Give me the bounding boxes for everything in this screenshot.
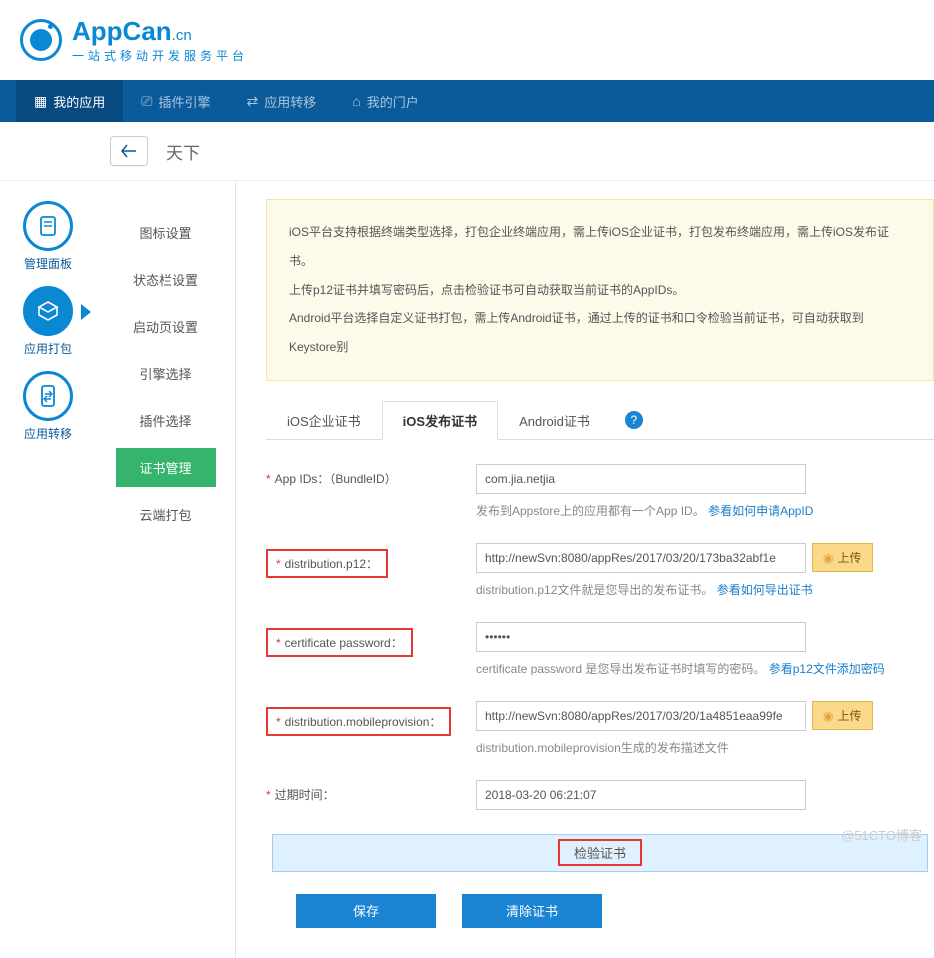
panel-icon — [35, 213, 61, 239]
rail-label: 管理面板 — [24, 255, 72, 272]
left-rail: 管理面板 应用打包 应用转移 — [0, 181, 96, 958]
cert-tabs: iOS企业证书 iOS发布证书 Android证书 ? — [266, 401, 934, 440]
nav-label: 我的应用 — [53, 92, 105, 111]
rail-label: 应用转移 — [24, 425, 72, 442]
rail-label: 应用打包 — [24, 340, 72, 357]
help-icon[interactable]: ? — [625, 411, 643, 429]
upload-label: 上传 — [837, 549, 861, 566]
upload-p12-button[interactable]: ◉ 上传 — [812, 543, 873, 572]
hint-text: distribution.p12文件就是您导出的发布证书。 — [476, 583, 713, 597]
eye-icon: ◉ — [823, 551, 833, 565]
row-expire: *过期时间： — [266, 780, 934, 810]
notice-line: 上传p12证书并填写密码后，点击检验证书可自动获取当前证书的AppIDs。 — [289, 276, 911, 305]
nav-label: 我的门户 — [367, 92, 419, 111]
logo-name: AppCan — [72, 16, 172, 46]
label-provision: distribution.mobileprovision： — [285, 715, 442, 729]
nav-my-portal[interactable]: ⌂ 我的门户 — [334, 80, 436, 122]
upload-label: 上传 — [837, 707, 861, 724]
app-title: 天下 — [166, 139, 200, 164]
submenu-statusbar-settings[interactable]: 状态栏设置 — [116, 260, 216, 299]
top-nav: ▦ 我的应用 ⎚ 插件引擎 ⇄ 应用转移 ⌂ 我的门户 — [0, 80, 934, 122]
submenu-engine-select[interactable]: 引擎选择 — [116, 354, 216, 393]
grid-icon: ▦ — [34, 93, 47, 110]
submenu-launch-settings[interactable]: 启动页设置 — [116, 307, 216, 346]
plug-icon: ⎚ — [141, 93, 152, 110]
verify-cert-button[interactable]: 检验证书 — [272, 834, 928, 872]
row-appid: *App IDs：（BundleID） 发布到Appstore上的应用都有一个A… — [266, 464, 934, 519]
label-p12: distribution.p12： — [285, 557, 378, 571]
nav-my-apps[interactable]: ▦ 我的应用 — [16, 80, 123, 122]
logo-icon — [20, 19, 62, 61]
back-button[interactable] — [110, 136, 148, 166]
tab-ios-enterprise[interactable]: iOS企业证书 — [266, 401, 382, 440]
label-password: certificate password： — [285, 636, 403, 650]
rail-admin-panel[interactable]: 管理面板 — [23, 201, 73, 272]
label-expire: 过期时间： — [275, 788, 335, 802]
nav-app-transfer[interactable]: ⇄ 应用转移 — [228, 80, 334, 122]
submenu-cert-manage[interactable]: 证书管理 — [116, 448, 216, 487]
tab-ios-release[interactable]: iOS发布证书 — [382, 401, 498, 440]
upload-provision-button[interactable]: ◉ 上传 — [812, 701, 873, 730]
verify-label: 检验证书 — [558, 839, 642, 866]
main-content: iOS平台支持根据终端类型选择，打包企业终端应用，需上传iOS企业证书，打包发布… — [236, 181, 934, 958]
hint-text: distribution.mobileprovision生成的发布描述文件 — [476, 741, 729, 755]
nav-label: 插件引擎 — [158, 92, 210, 111]
notice-line: Android平台选择自定义证书打包，需上传Android证书，通过上传的证书和… — [289, 304, 911, 362]
portal-icon: ⌂ — [352, 93, 360, 109]
brand-header: AppCan.cn 一站式移动开发服务平台 — [0, 0, 934, 80]
sub-menu: 图标设置 状态栏设置 启动页设置 引擎选择 插件选择 证书管理 云端打包 — [96, 181, 236, 958]
appid-input[interactable] — [476, 464, 806, 494]
clear-label: 清除证书 — [506, 901, 558, 920]
notice-box: iOS平台支持根据终端类型选择，打包企业终端应用，需上传iOS企业证书，打包发布… — [266, 199, 934, 381]
logo-slogan: 一站式移动开发服务平台 — [72, 47, 248, 64]
submenu-cloud-package[interactable]: 云端打包 — [116, 495, 216, 534]
row-provision: *distribution.mobileprovision： ◉上传 distr… — [266, 701, 934, 756]
link-appid-help[interactable]: 参看如何申请AppID — [708, 504, 813, 518]
hint-text: certificate password 是您导出发布证书时填写的密码。 — [476, 662, 765, 676]
password-input[interactable] — [476, 622, 806, 652]
rail-app-transfer[interactable]: 应用转移 — [23, 371, 73, 442]
tab-android[interactable]: Android证书 — [498, 401, 611, 440]
transfer-icon — [35, 383, 61, 409]
row-p12: *distribution.p12： ◉上传 distribution.p12文… — [266, 543, 934, 598]
back-arrow-icon — [121, 144, 137, 158]
submenu-plugin-select[interactable]: 插件选择 — [116, 401, 216, 440]
save-label: 保存 — [353, 901, 379, 920]
save-button[interactable]: 保存 — [296, 894, 436, 928]
nav-plugin-engine[interactable]: ⎚ 插件引擎 — [123, 80, 228, 122]
transfer-icon: ⇄ — [246, 93, 258, 110]
rail-app-package[interactable]: 应用打包 — [23, 286, 73, 357]
app-bar: 天下 — [0, 122, 934, 181]
package-icon — [35, 298, 61, 324]
provision-input[interactable] — [476, 701, 806, 731]
link-p12-help[interactable]: 参看如何导出证书 — [717, 583, 813, 597]
label-appid: App IDs：（BundleID） — [275, 472, 397, 486]
p12-input[interactable] — [476, 543, 806, 573]
link-pwd-help[interactable]: 参看p12文件添加密码 — [769, 662, 885, 676]
clear-cert-button[interactable]: 清除证书 — [462, 894, 602, 928]
nav-label: 应用转移 — [264, 92, 316, 111]
submenu-icon-settings[interactable]: 图标设置 — [116, 213, 216, 252]
eye-icon: ◉ — [823, 709, 833, 723]
row-password: *certificate password： certificate passw… — [266, 622, 934, 677]
active-arrow-icon — [81, 304, 91, 320]
expire-input[interactable] — [476, 780, 806, 810]
notice-line: iOS平台支持根据终端类型选择，打包企业终端应用，需上传iOS企业证书，打包发布… — [289, 218, 911, 276]
hint-text: 发布到Appstore上的应用都有一个App ID。 — [476, 504, 705, 518]
watermark: @51CTO博客 — [841, 825, 922, 844]
logo-suffix: .cn — [172, 27, 192, 44]
